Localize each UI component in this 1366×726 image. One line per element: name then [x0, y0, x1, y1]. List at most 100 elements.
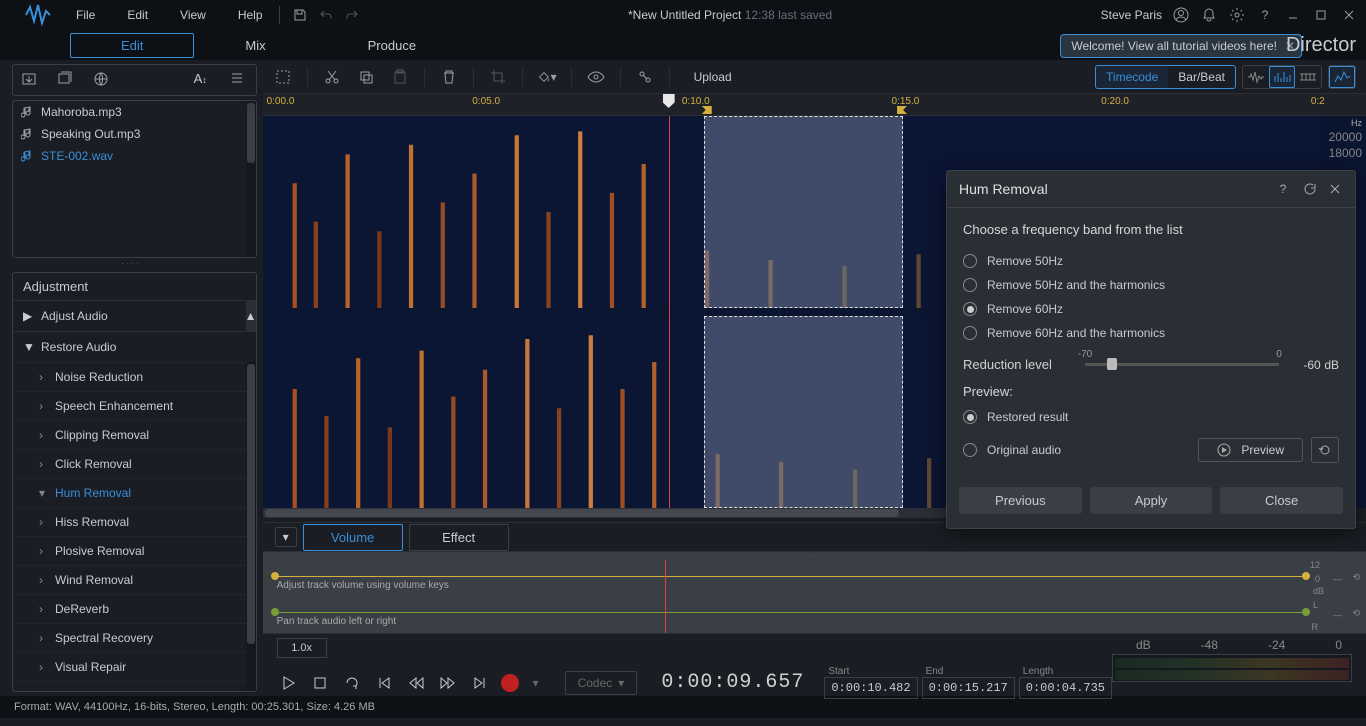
speed-box[interactable]: 1.0x: [277, 638, 327, 658]
copy-icon[interactable]: [356, 67, 376, 87]
restore-item[interactable]: ›Hiss Removal: [13, 507, 256, 536]
stop-icon[interactable]: [309, 672, 331, 694]
region-end-marker[interactable]: [897, 106, 907, 114]
spectro-view-icon[interactable]: [1269, 66, 1295, 88]
file-item[interactable]: Mahoroba.mp3: [13, 101, 256, 123]
menu-edit[interactable]: Edit: [123, 4, 152, 26]
adjust-audio-section[interactable]: ▶Adjust Audio ▲: [13, 301, 256, 331]
radio-restored[interactable]: Restored result: [963, 405, 1339, 429]
radio-60hz[interactable]: Remove 60Hz: [963, 297, 1339, 321]
reduction-slider[interactable]: -70 0: [1085, 363, 1279, 366]
preview-button[interactable]: Preview: [1198, 438, 1303, 462]
restore-item[interactable]: ›Speech Enhancement: [13, 391, 256, 420]
file-item[interactable]: Speaking Out.mp3: [13, 123, 256, 145]
mode-mix[interactable]: Mix: [194, 33, 316, 58]
radio-original[interactable]: Original audio: [963, 438, 1061, 462]
length-time[interactable]: 0:00:04.735: [1019, 677, 1112, 699]
close-icon[interactable]: [1340, 6, 1358, 24]
delete-icon[interactable]: [439, 67, 459, 87]
timecode-toggle[interactable]: Timecode: [1096, 66, 1168, 88]
menu-help[interactable]: Help: [234, 4, 267, 26]
splitter-handle[interactable]: ····: [0, 258, 263, 268]
restore-item[interactable]: ›Clipping Removal: [13, 420, 256, 449]
cut-icon[interactable]: [322, 67, 342, 87]
eye-icon[interactable]: [586, 67, 606, 87]
scrollbar-thumb[interactable]: [247, 364, 255, 644]
forward-icon[interactable]: [437, 672, 459, 694]
radio-50hz[interactable]: Remove 50Hz: [963, 249, 1339, 273]
spectrogram-mode-icon[interactable]: [1329, 66, 1355, 88]
undo-icon[interactable]: [318, 7, 334, 23]
mode-produce[interactable]: Produce: [317, 33, 467, 58]
minimize-icon[interactable]: [1284, 6, 1302, 24]
font-icon[interactable]: A↕: [194, 71, 212, 89]
import-icon[interactable]: [21, 71, 39, 89]
playhead-handle[interactable]: [663, 94, 675, 108]
volume-tab[interactable]: Volume: [303, 524, 403, 551]
h-scrollbar-thumb[interactable]: [265, 509, 899, 517]
slider-thumb[interactable]: [1107, 358, 1117, 370]
gear-icon[interactable]: [1228, 6, 1246, 24]
menu-icon[interactable]: [230, 71, 248, 89]
maximize-icon[interactable]: [1312, 6, 1330, 24]
dialog-reset-icon[interactable]: [1301, 181, 1317, 197]
user-avatar-icon[interactable]: [1172, 6, 1190, 24]
restore-item[interactable]: ›Click Removal: [13, 449, 256, 478]
paste-icon[interactable]: [390, 67, 410, 87]
restore-audio-section[interactable]: ▼Restore Audio: [13, 332, 256, 362]
codec-button[interactable]: Codec▾: [565, 671, 638, 695]
menu-file[interactable]: File: [72, 4, 99, 26]
combined-view-icon[interactable]: [1295, 66, 1321, 88]
end-time[interactable]: 0:00:15.217: [922, 677, 1015, 699]
timeline-ruler[interactable]: 0:00.0 0:05.0 0:10.0 0:15.0 0:20.0 0:2: [263, 94, 1366, 116]
loop-icon[interactable]: [341, 672, 363, 694]
radio-50hz-harmonics[interactable]: Remove 50Hz and the harmonics: [963, 273, 1339, 297]
crop-icon[interactable]: [488, 67, 508, 87]
waveform-view-icon[interactable]: [1243, 66, 1269, 88]
redo-icon[interactable]: [344, 7, 360, 23]
previous-button[interactable]: Previous: [959, 487, 1082, 514]
selection-region[interactable]: [704, 316, 903, 508]
scroll-up-icon[interactable]: ▲: [246, 301, 256, 331]
automation-area[interactable]: ···· Adjust track volume using volume ke…: [263, 552, 1366, 634]
barbeat-toggle[interactable]: Bar/Beat: [1168, 66, 1235, 88]
menu-view[interactable]: View: [176, 4, 210, 26]
upload-button[interactable]: Upload: [684, 70, 742, 84]
restore-item[interactable]: ›DeReverb: [13, 594, 256, 623]
mode-edit[interactable]: Edit: [70, 33, 194, 58]
save-icon[interactable]: [292, 7, 308, 23]
bell-icon[interactable]: [1200, 6, 1218, 24]
dialog-help-icon[interactable]: ?: [1275, 181, 1291, 197]
restore-item[interactable]: ▾Hum Removal: [13, 478, 256, 507]
file-item[interactable]: STE-002.wav: [13, 145, 256, 167]
radio-60hz-harmonics[interactable]: Remove 60Hz and the harmonics: [963, 321, 1339, 345]
skip-start-icon[interactable]: [373, 672, 395, 694]
record-dropdown[interactable]: ▾: [525, 672, 547, 694]
region-start-marker[interactable]: [702, 106, 712, 114]
restore-item[interactable]: ›Plosive Removal: [13, 536, 256, 565]
restore-item[interactable]: ›Visual Repair: [13, 652, 256, 681]
dialog-close-icon[interactable]: [1327, 181, 1343, 197]
fill-icon[interactable]: ▾: [537, 67, 557, 87]
track-dropdown[interactable]: ▾: [275, 527, 297, 547]
restore-item[interactable]: ›Wind Removal: [13, 565, 256, 594]
selection-region[interactable]: [704, 116, 903, 308]
start-time[interactable]: 0:00:10.482: [824, 677, 917, 699]
restore-item[interactable]: ›Spectral Recovery: [13, 623, 256, 652]
rewind-icon[interactable]: [405, 672, 427, 694]
splitter-handle[interactable]: ····: [263, 552, 1366, 560]
library-icon[interactable]: [57, 71, 75, 89]
apply-button[interactable]: Apply: [1090, 487, 1213, 514]
restore-item[interactable]: ›Noise Reduction: [13, 362, 256, 391]
skip-end-icon[interactable]: [469, 672, 491, 694]
preview-loop-button[interactable]: [1311, 437, 1339, 463]
help-icon[interactable]: ?: [1256, 6, 1274, 24]
welcome-bubble[interactable]: Welcome! View all tutorial videos here! …: [1060, 34, 1302, 58]
globe-icon[interactable]: [93, 71, 111, 89]
restore-item[interactable]: ›Noise Gate: [13, 681, 256, 692]
link-icon[interactable]: [635, 67, 655, 87]
play-icon[interactable]: [277, 672, 299, 694]
record-button[interactable]: [501, 674, 519, 692]
effect-tab[interactable]: Effect: [409, 524, 509, 551]
close-button[interactable]: Close: [1220, 487, 1343, 514]
